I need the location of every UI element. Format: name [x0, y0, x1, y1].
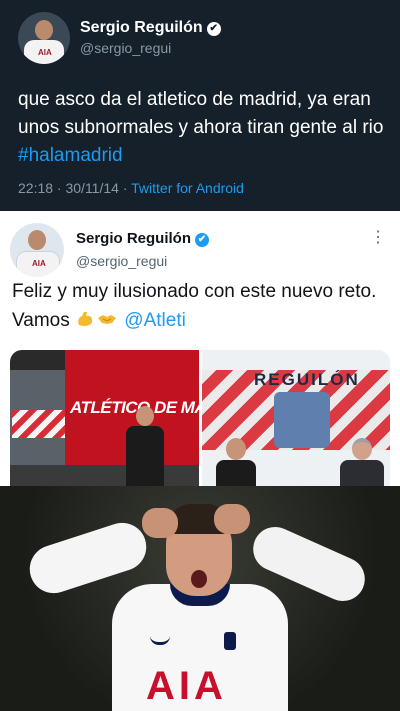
avatar-head	[35, 20, 53, 40]
player-body	[216, 460, 256, 486]
tweet-dark: AIA Sergio Reguilón ✔ @sergio_regui que a…	[0, 0, 400, 211]
player-figure	[126, 406, 164, 486]
tweet-image-presentation[interactable]: REGUILÓN	[202, 350, 390, 486]
player-body	[126, 426, 164, 486]
avatar[interactable]: AIA	[10, 223, 64, 277]
player-figure	[216, 438, 256, 486]
display-name-text: Sergio Reguilón	[80, 19, 203, 36]
tweet-light: AIA Sergio Reguilón ✔ @sergio_regui ⋮ Fel…	[0, 211, 400, 486]
avatar-head	[28, 230, 46, 250]
tweet-text: que asco da el atletico de madrid, ya er…	[18, 86, 388, 170]
user-handle[interactable]: @sergio_regui	[80, 40, 171, 56]
reaction-photo: AIA	[0, 486, 400, 711]
player-poster	[274, 392, 330, 448]
backdrop-title: REGUILÓN	[254, 370, 360, 389]
handshake-icon	[98, 315, 117, 324]
tweet-text-body: que asco da el atletico de madrid, ya er…	[18, 89, 384, 138]
hashtag-link[interactable]: #halamadrid	[18, 145, 123, 166]
player-head	[136, 406, 154, 426]
tweet-meta: 22:18 · 30/11/14 · Twitter for Android	[18, 180, 244, 196]
executive-figure	[340, 438, 384, 486]
avatar[interactable]: AIA	[18, 12, 70, 64]
display-name[interactable]: Sergio Reguilón ✔	[76, 230, 210, 247]
more-options-icon[interactable]: ⋮	[370, 227, 386, 247]
tweet-image-office[interactable]: ATLÉTICO DE MADR	[10, 350, 199, 486]
user-handle[interactable]: @sergio_regui	[76, 253, 167, 269]
verified-icon: ✔	[195, 233, 210, 247]
tweet-timestamp[interactable]: 22:18 · 30/11/14 ·	[18, 180, 131, 196]
lobby-stripes	[12, 410, 66, 438]
left-arm	[23, 516, 153, 600]
tweet-text: Feliz y muy ilusionado con este nuevo re…	[12, 277, 392, 335]
left-hand	[142, 508, 178, 538]
player-head	[226, 438, 246, 460]
mention-link[interactable]: @Atleti	[124, 310, 186, 331]
executive-body	[340, 460, 384, 486]
display-name-text: Sergio Reguilón	[76, 230, 192, 247]
tweet-source-link[interactable]: Twitter for Android	[131, 180, 244, 196]
executive-head	[352, 438, 372, 460]
flexed-biceps-icon	[78, 312, 93, 326]
display-name[interactable]: Sergio Reguilón ✔	[80, 19, 221, 37]
avatar-shirt-logo: AIA	[38, 48, 52, 57]
shirt-sponsor: AIA	[146, 664, 227, 708]
verified-icon: ✔	[206, 22, 221, 36]
tweet-text-body: Feliz y muy ilusionado con este nuevo re…	[12, 281, 377, 331]
floor	[10, 465, 199, 486]
club-crest	[224, 632, 236, 650]
right-hand	[214, 504, 250, 534]
open-mouth	[191, 570, 207, 588]
avatar-shirt-logo: AIA	[32, 259, 46, 268]
